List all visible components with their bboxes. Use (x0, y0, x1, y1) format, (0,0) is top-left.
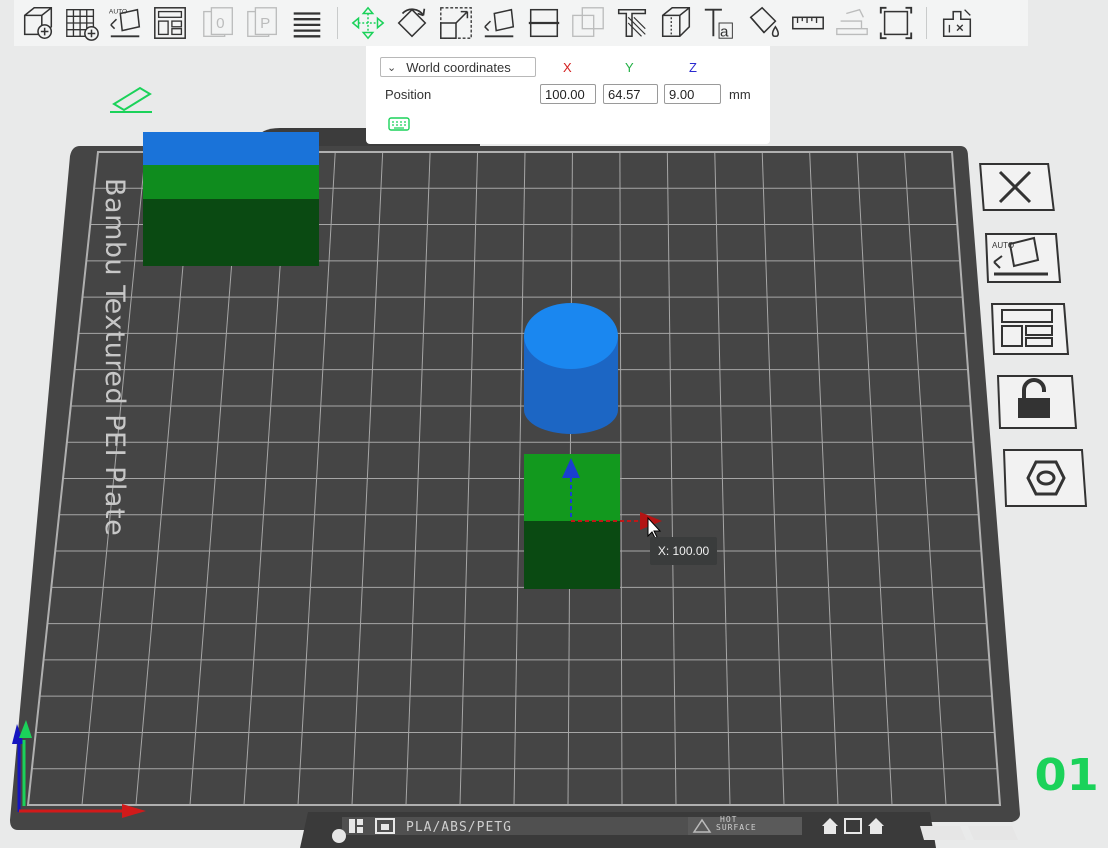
bed-corner-dot (332, 829, 346, 843)
seam-paint-icon (661, 7, 691, 38)
cut-button[interactable] (522, 1, 566, 45)
seam-paint-button[interactable] (654, 1, 698, 45)
hot-surface-label: HOT SURFACE (716, 816, 757, 832)
auto-orient-button[interactable]: AUTO (104, 1, 148, 45)
delete-plate-button[interactable] (976, 160, 1056, 214)
scale-icon (440, 7, 472, 39)
layers-icon (293, 12, 321, 38)
variable-layer-icon (942, 9, 972, 38)
svg-text:P: P (260, 15, 270, 32)
toolbar-separator (337, 7, 338, 39)
lay-on-face-button[interactable] (478, 1, 522, 45)
boolean-icon (572, 7, 604, 37)
toolbar-separator (926, 7, 927, 39)
position-label: Position (385, 87, 432, 102)
position-y-input[interactable] (603, 84, 658, 104)
arrange-button[interactable] (148, 1, 192, 45)
chevron-down-icon: ⌄ (387, 61, 397, 74)
svg-text:0: 0 (216, 15, 224, 32)
assembly-icon (836, 8, 868, 36)
arrange-plate-button[interactable] (988, 300, 1072, 358)
move-icon (351, 6, 385, 40)
boolean-button[interactable] (566, 1, 610, 45)
measure-icon (792, 16, 824, 30)
move-button[interactable] (346, 1, 390, 45)
split-objects-button[interactable]: 0 (197, 1, 241, 45)
layers-button[interactable] (285, 1, 329, 45)
split-parts-icon: P (247, 7, 277, 37)
text-button[interactable]: a (698, 1, 742, 45)
edit-plate-name-icon[interactable] (110, 86, 152, 113)
color-paint-button[interactable] (742, 1, 786, 45)
box-object[interactable] (143, 132, 319, 266)
add-plate-icon (66, 9, 99, 41)
add-plate-button[interactable] (60, 1, 104, 45)
add-cube-icon (23, 7, 53, 39)
variable-layer-button[interactable] (935, 1, 979, 45)
lock-plate-button[interactable] (994, 372, 1080, 432)
position-z-input[interactable] (664, 84, 721, 104)
keyboard-icon[interactable] (388, 116, 410, 132)
rotate-icon (397, 8, 427, 38)
rotate-button[interactable] (390, 1, 434, 45)
position-x-input[interactable] (540, 84, 596, 104)
plate-number: 01 (1034, 750, 1099, 801)
color-paint-icon (749, 6, 780, 38)
coordinate-system-value: World coordinates (406, 59, 511, 75)
move-tooltip: X: 100.00 (650, 537, 717, 565)
arrange-icon (154, 7, 186, 39)
auto-orient-icon: AUTO (109, 9, 141, 38)
position-panel: ⌄ World coordinates X Y Z Position mm (366, 46, 770, 144)
support-paint-button[interactable] (610, 1, 654, 45)
coordinate-system-select[interactable]: ⌄ World coordinates (380, 57, 536, 77)
y-axis-header: Y (625, 60, 634, 75)
split-objects-icon: 0 (203, 7, 233, 37)
bed-feet (920, 826, 1018, 840)
scale-button[interactable] (434, 1, 478, 45)
x-axis-header: X (563, 60, 572, 75)
fit-view-button[interactable] (874, 1, 918, 45)
add-cube-button[interactable] (16, 1, 60, 45)
filament-compat-label: PLA/ABS/PETG (406, 820, 512, 835)
split-parts-button[interactable]: P (241, 1, 285, 45)
assembly-button[interactable] (830, 1, 874, 45)
3d-viewport[interactable] (0, 46, 1108, 848)
text-icon: a (704, 8, 733, 40)
plate-settings-button[interactable] (1000, 446, 1090, 510)
support-paint-icon (617, 8, 647, 38)
unit-label: mm (729, 87, 751, 102)
cut-icon (528, 8, 560, 38)
auto-orient-plate-button[interactable]: AUTO (982, 230, 1064, 286)
main-toolbar: AUTO 0 P a (14, 0, 1028, 46)
cylinder-object[interactable] (524, 303, 618, 434)
fit-view-icon (879, 6, 913, 40)
bed-type-label: Bambu Textured PEI Plate (99, 178, 130, 537)
lay-on-face-icon (484, 8, 515, 38)
measure-button[interactable] (786, 1, 830, 45)
hot-surface-line2: SURFACE (716, 823, 757, 832)
toolbar-separator (194, 7, 195, 39)
z-axis-header: Z (689, 60, 697, 75)
